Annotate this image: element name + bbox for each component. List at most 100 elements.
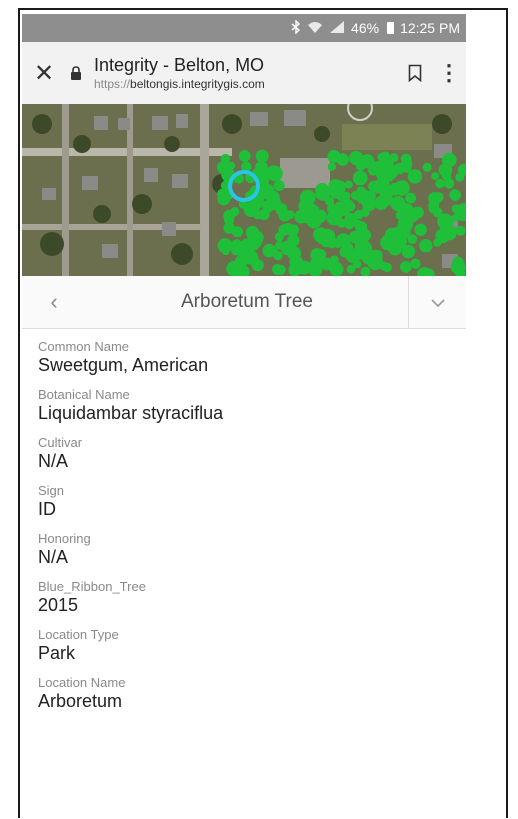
tree-point[interactable] — [422, 162, 432, 172]
tree-point[interactable] — [400, 261, 412, 273]
chevron-left-icon[interactable]: ‹ — [22, 289, 86, 315]
tree-point[interactable] — [245, 225, 260, 239]
tree-point[interactable] — [441, 224, 457, 241]
tree-point[interactable] — [380, 235, 396, 251]
tree-point[interactable] — [326, 210, 342, 226]
page-url: https://beltongis.integritygis.com — [94, 76, 398, 92]
field-label: Sign — [38, 483, 65, 498]
tree-point[interactable] — [231, 226, 243, 238]
tree-point[interactable] — [390, 196, 406, 212]
tree-point[interactable] — [378, 155, 394, 171]
field-botanical-name: Botanical Name Liquidambar styraciflua — [38, 387, 466, 424]
tree-point[interactable] — [452, 256, 464, 268]
field-location-type: Location Type Park — [38, 627, 466, 664]
field-value: ID — [38, 499, 56, 519]
page-title-block[interactable]: Integrity - Belton, MO https://beltongis… — [86, 54, 398, 92]
field-label: Location Type — [38, 627, 119, 642]
status-time: 12:25 PM — [400, 20, 460, 36]
bookmark-icon[interactable] — [398, 64, 432, 82]
tree-point[interactable] — [314, 209, 327, 223]
tree-point[interactable] — [438, 163, 453, 177]
tree-point[interactable] — [258, 209, 270, 221]
tree-point[interactable] — [339, 246, 351, 258]
field-label: Location Name — [38, 675, 126, 690]
tree-point[interactable] — [287, 246, 302, 261]
tree-point[interactable] — [419, 239, 433, 253]
battery-percent: 46% — [351, 20, 380, 36]
tree-point[interactable] — [314, 249, 327, 261]
tree-point[interactable] — [368, 165, 379, 176]
close-icon[interactable]: ✕ — [22, 59, 66, 88]
tree-point[interactable] — [333, 237, 344, 249]
tree-point[interactable] — [405, 192, 416, 204]
bluetooth-icon — [291, 18, 301, 37]
signal-icon — [329, 20, 345, 37]
tree-point[interactable] — [272, 264, 283, 275]
tree-point[interactable] — [280, 225, 290, 235]
tree-point[interactable] — [278, 209, 287, 219]
tree-point[interactable] — [348, 231, 361, 244]
feature-title: Arboretum Tree — [181, 291, 313, 312]
tree-point[interactable] — [336, 153, 350, 166]
chevron-down-icon[interactable] — [409, 292, 466, 313]
tree-point[interactable] — [300, 197, 311, 208]
more-vert-icon[interactable]: ⋮ — [432, 60, 466, 86]
tree-point[interactable] — [382, 262, 392, 273]
tree-point[interactable] — [302, 213, 313, 224]
tree-point[interactable] — [401, 244, 416, 259]
wifi-icon — [307, 20, 323, 37]
tree-point[interactable] — [255, 149, 269, 163]
attribute-list: Common Name Sweetgum, American Botanical… — [22, 329, 466, 712]
tree-point[interactable] — [216, 161, 230, 174]
field-value: Sweetgum, American — [38, 355, 209, 375]
tree-point[interactable] — [368, 180, 380, 193]
tree-point[interactable] — [356, 186, 366, 196]
tree-point[interactable] — [269, 247, 279, 257]
tree-point[interactable] — [431, 172, 440, 181]
tree-point[interactable] — [407, 234, 418, 244]
map-imagery — [22, 104, 466, 276]
tree-point[interactable] — [327, 162, 337, 171]
field-common-name: Common Name Sweetgum, American — [38, 339, 466, 376]
tree-point[interactable] — [273, 180, 285, 192]
tree-point[interactable] — [346, 264, 356, 274]
tree-point[interactable] — [414, 223, 427, 236]
field-value: Liquidambar styraciflua — [38, 403, 224, 423]
field-blue-ribbon-tree: Blue_Ribbon_Tree 2015 — [38, 579, 466, 616]
field-label: Common Name — [38, 339, 130, 354]
tree-point[interactable] — [379, 184, 394, 199]
tree-point[interactable] — [344, 180, 353, 189]
tree-point[interactable] — [325, 196, 335, 206]
tree-point[interactable] — [217, 188, 228, 200]
tree-point[interactable] — [290, 258, 306, 275]
tree-point[interactable] — [449, 189, 461, 201]
tree-point[interactable] — [267, 165, 283, 182]
phone-screen: 46% 12:25 PM ✕ Integrity - Belton, MO ht… — [22, 14, 466, 808]
tree-point[interactable] — [428, 192, 442, 206]
map-view[interactable] — [22, 104, 466, 276]
tree-point[interactable] — [455, 172, 465, 182]
field-sign: Sign ID — [38, 483, 466, 520]
tree-point[interactable] — [329, 262, 344, 276]
tree-point[interactable] — [313, 227, 328, 243]
url-host: beltongis.integritygis.com — [130, 77, 265, 91]
tree-point[interactable] — [435, 178, 445, 189]
tree-point[interactable] — [344, 219, 355, 230]
tree-point[interactable] — [221, 246, 230, 256]
tree-point[interactable] — [410, 258, 421, 269]
tree-point[interactable] — [433, 238, 442, 247]
tree-point[interactable] — [238, 150, 251, 162]
tree-point[interactable] — [455, 225, 466, 236]
tree-point[interactable] — [404, 210, 415, 221]
tree-point[interactable] — [352, 170, 368, 186]
tree-point[interactable] — [266, 190, 280, 205]
tree-point[interactable] — [336, 185, 346, 194]
tree-point[interactable] — [339, 198, 354, 213]
tree-point[interactable] — [223, 209, 235, 222]
field-honoring: Honoring N/A — [38, 531, 466, 568]
field-location-name: Location Name Arboretum — [38, 675, 466, 712]
tree-point[interactable] — [238, 241, 254, 258]
tree-point[interactable] — [401, 162, 412, 173]
tree-point[interactable] — [360, 207, 370, 217]
field-label: Blue_Ribbon_Tree — [38, 579, 146, 594]
